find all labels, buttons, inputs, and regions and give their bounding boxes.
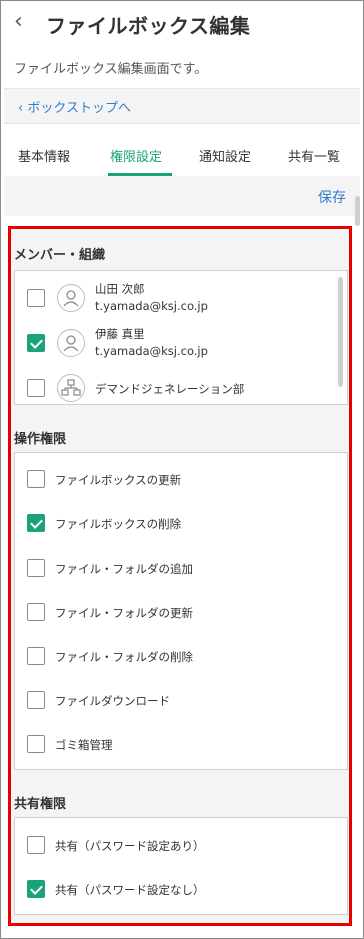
- permission-checkbox[interactable]: [27, 603, 45, 621]
- permission-label: 共有（パスワード設定なし）: [55, 883, 205, 897]
- permission-checkbox[interactable]: [27, 735, 45, 753]
- back-chevron-icon[interactable]: ‹: [14, 9, 23, 34]
- operations-list: ファイルボックスの更新 ファイルボックスの削除 ファイル・フォルダの追加 ファイ…: [14, 452, 348, 770]
- permission-checkbox[interactable]: [27, 559, 45, 577]
- permission-checkbox[interactable]: [27, 514, 45, 532]
- member-name: 伊藤 真里: [95, 327, 145, 341]
- tab-notifications[interactable]: 通知設定: [199, 146, 251, 165]
- member-checkbox[interactable]: [27, 379, 45, 397]
- org-name: デマンドジェネレーション部: [95, 382, 245, 396]
- permission-label: ファイルボックスの削除: [55, 517, 182, 531]
- sharing-section-title: 共有権限: [14, 797, 67, 812]
- member-email: t.yamada@ksj.co.jp: [95, 344, 208, 358]
- permission-checkbox[interactable]: [27, 880, 45, 898]
- members-scrollbar[interactable]: [338, 277, 343, 387]
- person-icon: [57, 329, 85, 357]
- permission-label: 共有（パスワード設定あり）: [55, 839, 205, 853]
- tab-basic-info[interactable]: 基本情報: [18, 146, 70, 165]
- permission-label: ファイルボックスの更新: [55, 473, 182, 487]
- permission-checkbox[interactable]: [27, 691, 45, 709]
- permission-checkbox[interactable]: [27, 470, 45, 488]
- save-bar: 保存: [4, 176, 360, 216]
- save-button[interactable]: 保存: [318, 187, 346, 207]
- breadcrumb-label: ボックストップへ: [27, 101, 131, 116]
- permission-label: ゴミ箱管理: [55, 738, 113, 752]
- page-title: ファイルボックス編集: [46, 14, 251, 38]
- box-top-link[interactable]: ‹ ボックストップへ: [18, 97, 131, 116]
- permission-checkbox[interactable]: [27, 647, 45, 665]
- tab-share-list[interactable]: 共有一覧: [288, 146, 340, 165]
- header: ‹ ファイルボックス編集: [0, 0, 364, 45]
- permission-checkbox[interactable]: [27, 836, 45, 854]
- permission-label: ファイルダウンロード: [55, 694, 170, 708]
- permission-label: ファイル・フォルダの追加: [55, 562, 193, 576]
- tab-bar: 基本情報 権限設定 通知設定 共有一覧: [4, 140, 360, 177]
- member-checkbox[interactable]: [27, 289, 45, 307]
- org-icon: [57, 374, 85, 402]
- person-icon: [57, 284, 85, 312]
- member-email: t.yamada@ksj.co.jp: [95, 299, 208, 313]
- chevron-left-icon: ‹: [18, 101, 24, 116]
- page-description: ファイルボックス編集画面です。: [14, 62, 208, 77]
- member-name: 山田 次郎: [95, 282, 145, 296]
- members-list: 山田 次郎 t.yamada@ksj.co.jp 伊藤 真里 t.yamada@…: [14, 270, 348, 405]
- sharing-list: 共有（パスワード設定あり） 共有（パスワード設定なし）: [14, 817, 348, 915]
- member-checkbox[interactable]: [27, 334, 45, 352]
- tab-permissions[interactable]: 権限設定: [110, 146, 162, 165]
- operations-section-title: 操作権限: [14, 432, 67, 447]
- permission-label: ファイル・フォルダの更新: [55, 606, 193, 620]
- page-scrollbar[interactable]: [355, 196, 360, 226]
- breadcrumb-bar: ‹ ボックストップへ: [4, 88, 360, 124]
- permission-label: ファイル・フォルダの削除: [55, 650, 193, 664]
- members-section-title: メンバー・組織: [14, 248, 106, 263]
